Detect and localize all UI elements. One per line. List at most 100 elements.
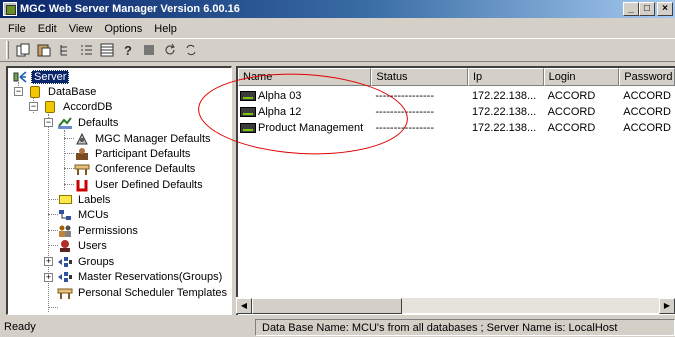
tree-icon[interactable] <box>55 40 75 60</box>
horizontal-scrollbar[interactable]: ◀ ▶ <box>236 297 675 314</box>
menu-view[interactable]: View <box>63 23 99 35</box>
status-database-info: Data Base Name: MCU's from all databases… <box>255 319 675 336</box>
tree-label-participant-defaults: Participant Defaults <box>95 147 191 160</box>
status-bar: Ready Data Base Name: MCU's from all dat… <box>0 318 675 337</box>
scroll-thumb[interactable] <box>252 298 402 314</box>
tree-label-user-defined-defaults: User Defined Defaults <box>95 178 203 191</box>
cell-login: ACCORD <box>547 122 596 134</box>
manager-icon <box>74 132 90 146</box>
cell-ip: 172.22.138... <box>471 106 537 118</box>
cell-ip: 172.22.138... <box>471 122 537 134</box>
tree-label-accorddb: AccordDB <box>63 100 113 113</box>
cell-password: ACCORD <box>623 90 671 102</box>
tree-label-permissions: Permissions <box>78 224 138 237</box>
details-icon[interactable] <box>97 40 117 60</box>
tree-connector <box>48 114 49 312</box>
participant-icon <box>74 147 90 161</box>
table-row[interactable]: Alpha 03 ---------------- 172.22.138... … <box>238 88 675 104</box>
mcu-list-view[interactable]: Name Status Ip Login Password Alpha 03 -… <box>236 66 675 315</box>
column-header-ip[interactable]: Ip <box>467 68 544 86</box>
tree-item-personal-scheduler-templates[interactable]: Personal Scheduler Templates <box>57 285 229 300</box>
permissions-icon <box>57 224 73 238</box>
tree-item-groups[interactable]: Groups <box>57 254 116 269</box>
tree-label-database: DataBase <box>48 85 97 98</box>
menu-file[interactable]: File <box>2 23 32 35</box>
column-header-name[interactable]: Name <box>238 68 372 86</box>
column-header-password[interactable]: Password <box>619 68 675 86</box>
tree-label-mcus: MCUs <box>78 208 109 221</box>
tree-item-users[interactable]: Users <box>57 238 109 253</box>
tree-connector <box>64 138 74 139</box>
mcu-icon <box>240 107 256 117</box>
cell-password: ACCORD <box>623 106 671 118</box>
tree-label-users: Users <box>78 239 107 252</box>
expander-defaults[interactable]: − <box>44 118 53 127</box>
column-header-status[interactable]: Status <box>371 68 468 86</box>
tree-label-conference-defaults: Conference Defaults <box>95 162 196 175</box>
tree-item-accorddb[interactable]: AccordDB <box>42 99 115 114</box>
copy-icon[interactable] <box>13 40 33 60</box>
tree-item-labels[interactable]: Labels <box>57 192 112 207</box>
expander-master-reservations[interactable]: + <box>44 273 53 282</box>
close-button[interactable]: × <box>657 2 673 16</box>
expander-groups[interactable]: + <box>44 257 53 266</box>
scroll-right-button[interactable]: ▶ <box>659 298 675 314</box>
window-title: MGC Web Server Manager Version 6.00.16 <box>20 3 240 15</box>
tree-item-database[interactable]: DataBase <box>27 84 98 99</box>
tree-label-master-reservations: Master Reservations(Groups) <box>78 270 223 283</box>
tree-label-personal-scheduler-templates: Personal Scheduler Templates <box>78 286 227 299</box>
mcus-icon <box>57 208 73 222</box>
window-controls: _ □ × <box>623 2 673 16</box>
expander-database[interactable]: − <box>14 87 23 96</box>
column-header-login[interactable]: Login <box>543 68 620 86</box>
tree-view[interactable]: Server − DataBase − AccordDB − Defaults … <box>6 66 232 315</box>
help-icon[interactable]: ? <box>118 40 138 60</box>
app-icon <box>3 2 17 16</box>
maximize-button[interactable]: □ <box>639 2 655 16</box>
menu-options[interactable]: Options <box>98 23 148 35</box>
tree-item-mgc-manager-defaults[interactable]: MGC Manager Defaults <box>74 131 213 146</box>
tree-item-defaults[interactable]: Defaults <box>57 115 120 130</box>
minimize-button[interactable]: _ <box>623 2 639 16</box>
user-defined-icon <box>74 178 90 192</box>
tree-item-conference-defaults[interactable]: Conference Defaults <box>74 161 197 176</box>
paste-icon[interactable] <box>34 40 54 60</box>
expander-accorddb[interactable]: − <box>29 102 38 111</box>
conference-icon <box>74 162 90 176</box>
groups-icon <box>57 255 73 269</box>
tree-item-master-reservations[interactable]: Master Reservations(Groups) <box>57 269 224 284</box>
toolbar-grip <box>6 41 9 59</box>
svg-text:?: ? <box>124 43 132 57</box>
column-headers: Name Status Ip Login Password <box>238 68 675 86</box>
scroll-left-button[interactable]: ◀ <box>236 298 252 314</box>
mcu-icon <box>240 123 256 133</box>
tree-item-mcus[interactable]: MCUs <box>57 207 111 222</box>
tree-item-user-defined-defaults[interactable]: User Defined Defaults <box>74 177 205 192</box>
row-name: Alpha 03 <box>258 90 302 102</box>
cell-status: ---------------- <box>375 122 434 134</box>
stop-icon[interactable] <box>139 40 159 60</box>
refresh-icon[interactable] <box>160 40 180 60</box>
menu-edit[interactable]: Edit <box>32 23 63 35</box>
labels-icon <box>57 193 73 207</box>
table-row[interactable]: Product Management ---------------- 172.… <box>238 120 675 136</box>
table-row[interactable]: Alpha 12 ---------------- 172.22.138... … <box>238 104 675 120</box>
sync-icon[interactable] <box>181 40 201 60</box>
row-name: Alpha 12 <box>258 106 302 118</box>
mcu-icon <box>240 91 256 101</box>
tree-label-server: Server <box>31 69 70 84</box>
tree-connector <box>48 307 58 308</box>
tree-item-server[interactable]: Server <box>12 69 70 84</box>
tree-connector <box>64 168 74 169</box>
tree-item-permissions[interactable]: Permissions <box>57 223 140 238</box>
title-bar: MGC Web Server Manager Version 6.00.16 _… <box>0 0 675 18</box>
tree-item-participant-defaults[interactable]: Participant Defaults <box>74 146 192 161</box>
tree-connector <box>64 153 74 154</box>
tree-connector <box>64 130 65 190</box>
users-icon <box>57 239 73 253</box>
row-name: Product Management <box>258 122 364 134</box>
tree-label-groups: Groups <box>78 255 115 268</box>
menu-help[interactable]: Help <box>148 23 183 35</box>
cell-name: Alpha 03 <box>238 90 371 102</box>
list-icon[interactable] <box>76 40 96 60</box>
